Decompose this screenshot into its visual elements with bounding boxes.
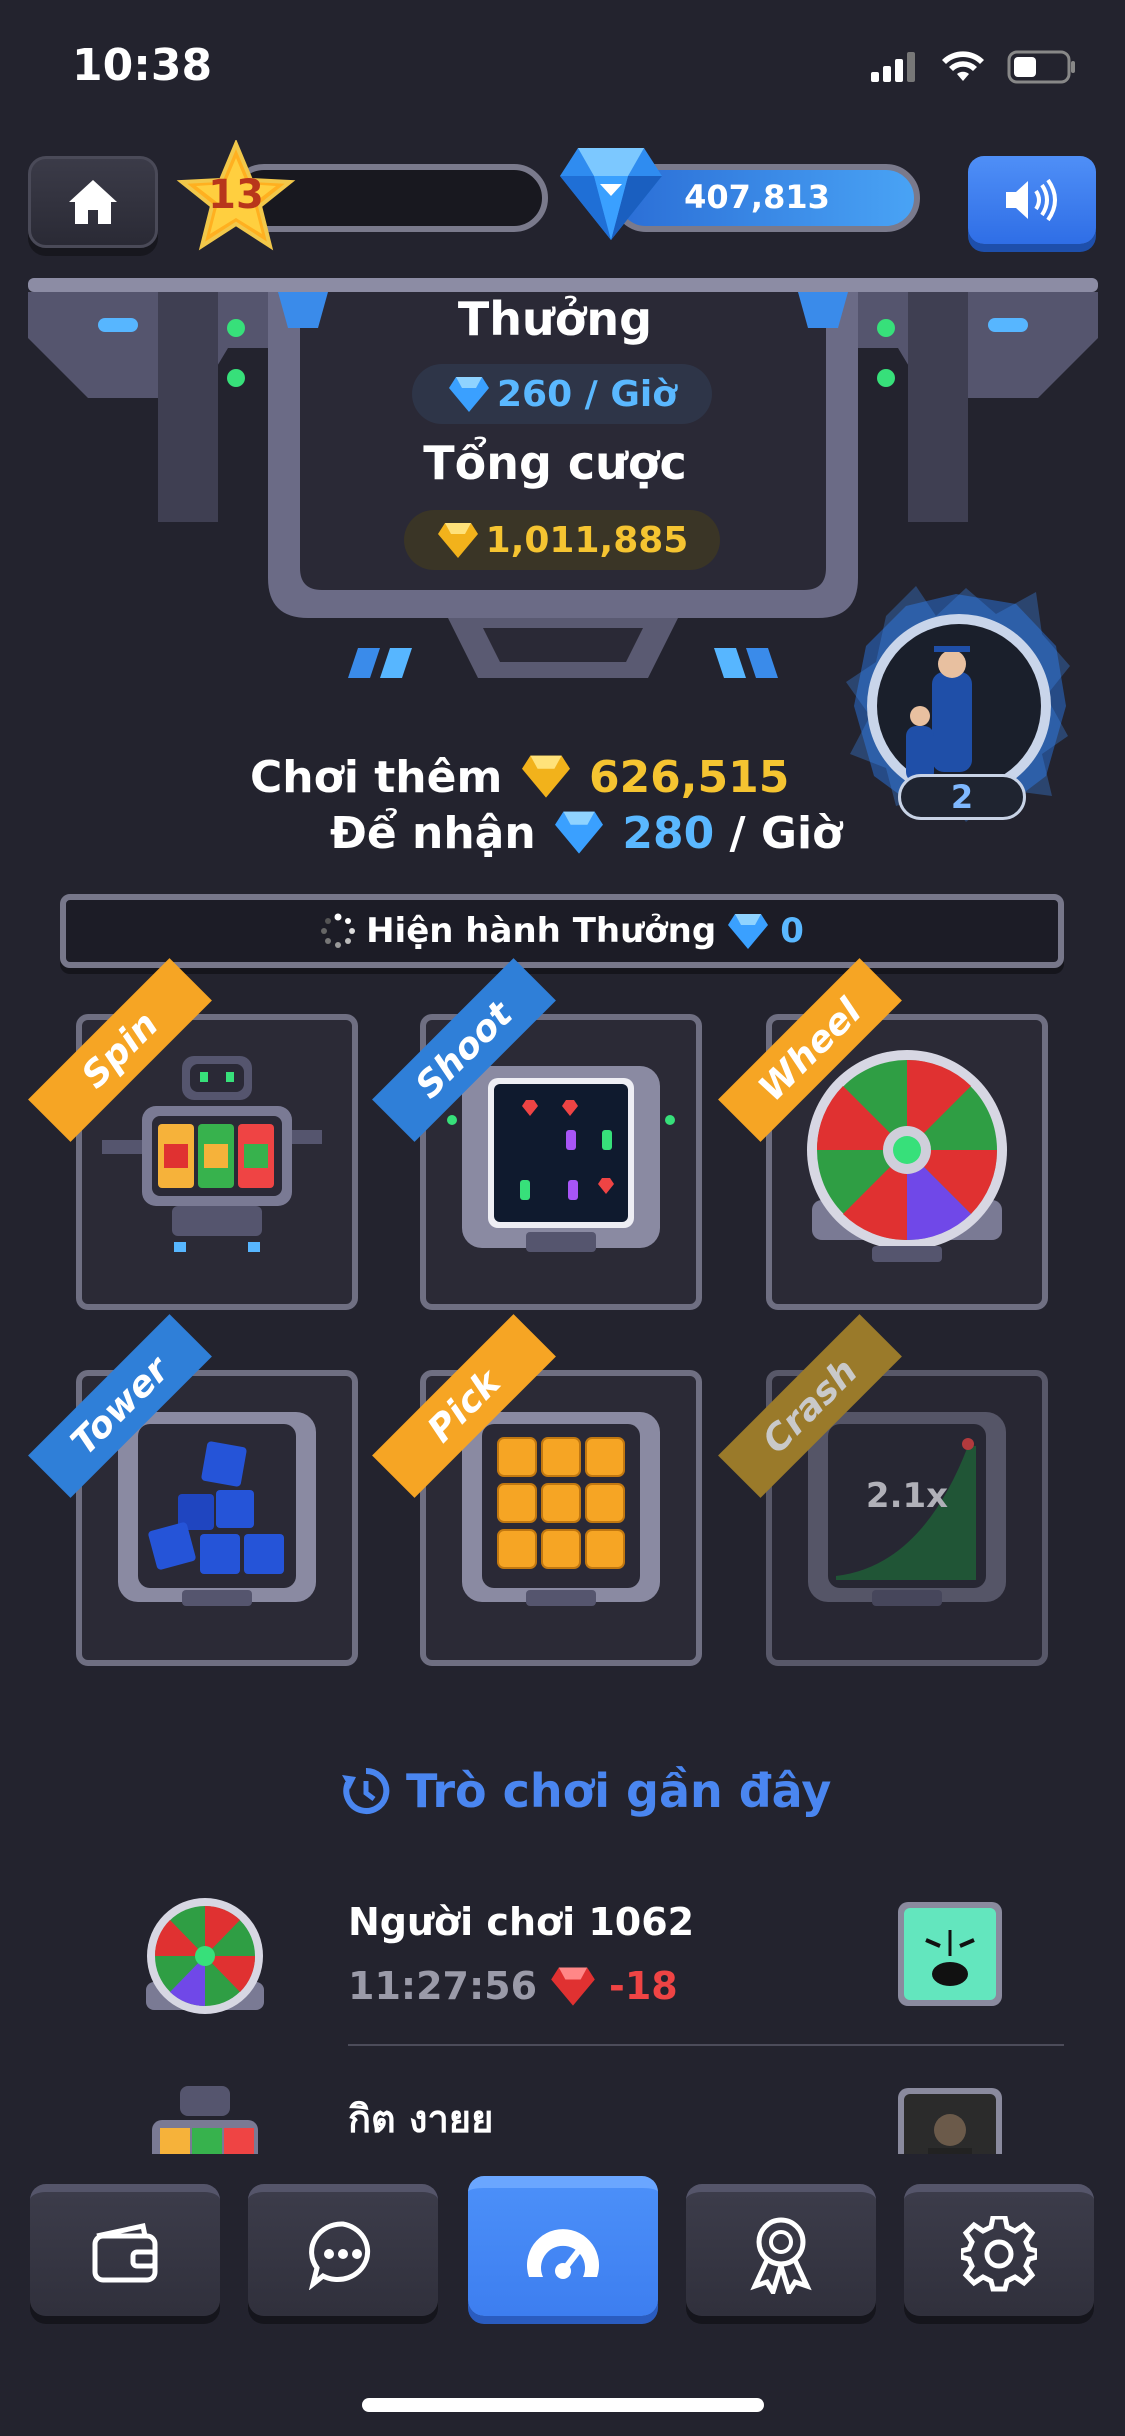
recent-row-detail: 11:27:56 -18 — [348, 1964, 678, 2008]
nav-wallet[interactable] — [30, 2184, 220, 2316]
gold-diamond-icon — [437, 523, 478, 558]
player-avatar-2[interactable] — [896, 2086, 1004, 2154]
gold-diamond-icon — [521, 755, 570, 798]
slot-game-thumb — [130, 2080, 280, 2154]
sound-button[interactable] — [968, 156, 1096, 244]
crash-multiplier: 2.1x — [865, 1476, 949, 1516]
get-value: 280 — [622, 808, 715, 859]
signal-icon — [871, 52, 915, 82]
get-reward-line: Để nhận 280 / Giờ — [330, 808, 930, 859]
get-unit: / Giờ — [729, 808, 843, 859]
play-more-value: 626,515 — [588, 752, 790, 803]
red-diamond-icon — [551, 1967, 595, 2006]
diamond-icon — [449, 377, 489, 412]
chat-icon — [308, 2221, 371, 2290]
reward-title: Thưởng — [457, 292, 653, 346]
total-bet-pill: 1,011,885 — [404, 510, 720, 570]
recent-player-name-2: กิต งายย — [348, 2097, 494, 2141]
current-reward-value: 0 — [780, 911, 804, 951]
nav-rewards[interactable] — [686, 2184, 876, 2316]
loading-spinner-icon — [321, 913, 356, 948]
gem-balance: 407,813 — [684, 178, 830, 216]
recent-player-name: Người chơi 1062 — [348, 1900, 695, 1944]
nav-games[interactable] — [468, 2176, 658, 2316]
nav-chat[interactable] — [248, 2184, 438, 2316]
award-icon — [750, 2217, 812, 2294]
gear-icon — [961, 2216, 1037, 2292]
recent-games-title-text: Trò chơi gần đây — [406, 1764, 832, 1818]
recent-games-title: Trò chơi gần đây — [340, 1764, 840, 1818]
get-label: Để nhận — [330, 808, 536, 859]
player-avatar[interactable] — [896, 1900, 1004, 2008]
current-reward-bar: Hiện hành Thưởng 0 — [60, 894, 1064, 968]
home-indicator[interactable] — [362, 2398, 764, 2412]
nav-settings[interactable] — [904, 2184, 1094, 2316]
speaker-icon — [1006, 178, 1057, 222]
status-icons — [871, 50, 1077, 84]
history-icon — [342, 1767, 390, 1814]
diamond-icon — [728, 914, 769, 949]
wheel-game-thumb — [146, 1898, 264, 2014]
total-bet-value: 1,011,885 — [485, 519, 689, 561]
recent-amount: -18 — [609, 1964, 678, 2008]
current-reward-label: Hiện hành Thưởng — [366, 911, 717, 951]
speedometer-icon — [527, 2229, 599, 2279]
level-number: 13 — [208, 172, 264, 218]
reward-rate: 260 / Giờ — [497, 373, 677, 415]
battery-icon — [1007, 50, 1075, 84]
wifi-icon — [942, 51, 984, 81]
diamond-icon — [555, 811, 604, 854]
wallet-icon — [92, 2223, 158, 2283]
reward-rate-pill: 260 / Giờ — [412, 364, 712, 424]
play-more-label: Chơi thêm — [250, 752, 503, 803]
total-bet-title: Tổng cược — [423, 436, 687, 490]
status-time: 10:38 — [72, 40, 213, 91]
play-more-line: Chơi thêm 626,515 — [250, 752, 870, 803]
recent-time: 11:27:56 — [348, 1964, 538, 2008]
home-icon — [69, 180, 117, 224]
row-divider — [348, 2044, 1064, 2046]
home-button[interactable] — [28, 156, 158, 248]
